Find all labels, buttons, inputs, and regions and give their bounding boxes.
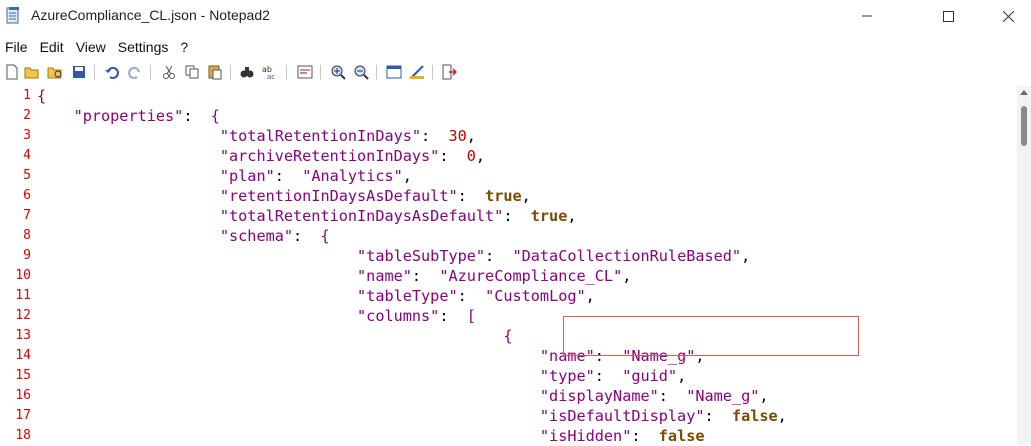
maximize-button[interactable] bbox=[925, 0, 971, 32]
toolbar-separator bbox=[94, 65, 95, 80]
exit-icon[interactable] bbox=[441, 64, 457, 80]
find-icon[interactable] bbox=[239, 64, 255, 80]
line-number: 14 bbox=[15, 348, 31, 363]
word-wrap-icon[interactable] bbox=[297, 64, 313, 80]
redo-icon[interactable] bbox=[127, 64, 143, 80]
line-number: 15 bbox=[15, 368, 31, 383]
code-line[interactable]: 1{ bbox=[0, 86, 1017, 106]
toolbar-separator bbox=[376, 65, 377, 80]
code-line[interactable]: 9 "tableSubType": "DataCollectionRuleBas… bbox=[0, 246, 1017, 266]
new-file-icon[interactable] bbox=[4, 64, 20, 80]
code-text: "isHidden": false bbox=[539, 427, 705, 445]
code-line[interactable]: 18 "isHidden": false bbox=[0, 426, 1017, 446]
open-file-icon[interactable] bbox=[24, 64, 40, 80]
code-line[interactable]: 2 "properties": { bbox=[0, 106, 1017, 126]
maximize-icon bbox=[942, 10, 954, 22]
menu-edit[interactable]: Edit bbox=[34, 36, 70, 58]
line-number: 4 bbox=[23, 148, 31, 163]
code-text: "name": "AzureCompliance_CL", bbox=[357, 267, 632, 285]
code-text: "tableType": "CustomLog", bbox=[357, 287, 595, 305]
cut-icon[interactable] bbox=[161, 64, 177, 80]
menu-file[interactable]: File bbox=[0, 36, 34, 58]
close-button[interactable] bbox=[985, 0, 1031, 32]
code-line[interactable]: 3 "totalRetentionInDays": 30, bbox=[0, 126, 1017, 146]
title-bar: AzureCompliance_CL.json - Notepad2 bbox=[0, 0, 1031, 32]
line-number: 9 bbox=[23, 248, 31, 263]
code-text: "type": "guid", bbox=[539, 367, 687, 385]
toolbar-separator bbox=[432, 65, 433, 80]
browse-icon[interactable] bbox=[47, 64, 63, 80]
menu-help[interactable]: ? bbox=[174, 36, 194, 58]
text-editor[interactable]: 1{2 "properties": {3 "totalRetentionInDa… bbox=[0, 86, 1017, 445]
code-line[interactable]: 4 "archiveRetentionInDays": 0, bbox=[0, 146, 1017, 166]
code-line[interactable]: 14 "name": "Name_g", bbox=[0, 346, 1017, 366]
toolbar: ab ac bbox=[0, 62, 1031, 84]
line-number: 18 bbox=[15, 428, 31, 443]
toolbar-separator bbox=[150, 65, 151, 80]
notepad2-app-icon bbox=[6, 7, 22, 24]
code-line[interactable]: 13 { bbox=[0, 326, 1017, 346]
line-number: 11 bbox=[15, 288, 31, 303]
vertical-scrollbar[interactable] bbox=[1017, 86, 1031, 445]
code-line[interactable]: 6 "retentionInDaysAsDefault": true, bbox=[0, 186, 1017, 206]
menu-view[interactable]: View bbox=[70, 36, 112, 58]
scheme-icon[interactable] bbox=[386, 64, 402, 80]
line-number: 12 bbox=[15, 308, 31, 323]
code-text: "totalRetentionInDaysAsDefault": true, bbox=[219, 207, 577, 225]
minimize-button[interactable] bbox=[844, 0, 890, 32]
code-line[interactable]: 17 "isDefaultDisplay": false, bbox=[0, 406, 1017, 426]
paste-icon[interactable] bbox=[207, 64, 223, 80]
code-text: "schema": { bbox=[219, 227, 330, 245]
code-text: { bbox=[503, 327, 513, 345]
save-icon[interactable] bbox=[71, 64, 87, 80]
replace-icon[interactable]: abac bbox=[262, 64, 278, 80]
code-line[interactable]: 11 "tableType": "CustomLog", bbox=[0, 286, 1017, 306]
code-text: "isDefaultDisplay": false, bbox=[539, 407, 787, 425]
line-number: 5 bbox=[23, 168, 31, 183]
line-number: 1 bbox=[23, 88, 31, 103]
close-icon bbox=[1002, 10, 1014, 22]
code-line[interactable]: 15 "type": "guid", bbox=[0, 366, 1017, 386]
line-number: 10 bbox=[15, 268, 31, 283]
line-number: 2 bbox=[23, 108, 31, 123]
code-text: "properties": { bbox=[73, 107, 220, 125]
code-line[interactable]: 12 "columns": [ bbox=[0, 306, 1017, 326]
scrollbar-thumb[interactable] bbox=[1021, 106, 1027, 146]
minimize-icon bbox=[862, 15, 872, 17]
code-line[interactable]: 16 "displayName": "Name_g", bbox=[0, 386, 1017, 406]
scroll-up-arrow-icon[interactable] bbox=[1020, 90, 1028, 95]
zoom-in-icon[interactable] bbox=[330, 64, 346, 80]
code-text: "displayName": "Name_g", bbox=[539, 387, 769, 405]
line-number: 7 bbox=[23, 208, 31, 223]
code-line[interactable]: 8 "schema": { bbox=[0, 226, 1017, 246]
code-text: "retentionInDaysAsDefault": true, bbox=[219, 187, 531, 205]
code-text: "tableSubType": "DataCollectionRuleBased… bbox=[357, 247, 751, 265]
line-number: 17 bbox=[15, 408, 31, 423]
code-text: "columns": [ bbox=[357, 307, 476, 325]
code-text: { bbox=[37, 87, 47, 105]
toolbar-separator bbox=[286, 65, 287, 80]
customize-icon[interactable] bbox=[409, 64, 425, 80]
menu-settings[interactable]: Settings bbox=[112, 36, 175, 58]
code-line[interactable]: 5 "plan": "Analytics", bbox=[0, 166, 1017, 186]
line-number: 8 bbox=[23, 228, 31, 243]
line-number: 13 bbox=[15, 328, 31, 343]
toolbar-separator bbox=[230, 65, 231, 80]
code-line[interactable]: 10 "name": "AzureCompliance_CL", bbox=[0, 266, 1017, 286]
undo-icon[interactable] bbox=[104, 64, 120, 80]
code-text: "plan": "Analytics", bbox=[219, 167, 412, 185]
line-number: 6 bbox=[23, 188, 31, 203]
toolbar-separator bbox=[320, 65, 321, 80]
zoom-out-icon[interactable] bbox=[353, 64, 369, 80]
code-text: "totalRetentionInDays": 30, bbox=[219, 127, 476, 145]
svg-text:ac: ac bbox=[267, 73, 275, 80]
highlight-annotation-box bbox=[563, 316, 859, 356]
code-text: "archiveRetentionInDays": 0, bbox=[219, 147, 486, 165]
line-number: 16 bbox=[15, 388, 31, 403]
window-title: AzureCompliance_CL.json - Notepad2 bbox=[31, 7, 270, 23]
line-number: 3 bbox=[23, 128, 31, 143]
code-line[interactable]: 7 "totalRetentionInDaysAsDefault": true, bbox=[0, 206, 1017, 226]
copy-icon[interactable] bbox=[184, 64, 200, 80]
menu-bar: File Edit View Settings ? bbox=[0, 36, 1031, 58]
